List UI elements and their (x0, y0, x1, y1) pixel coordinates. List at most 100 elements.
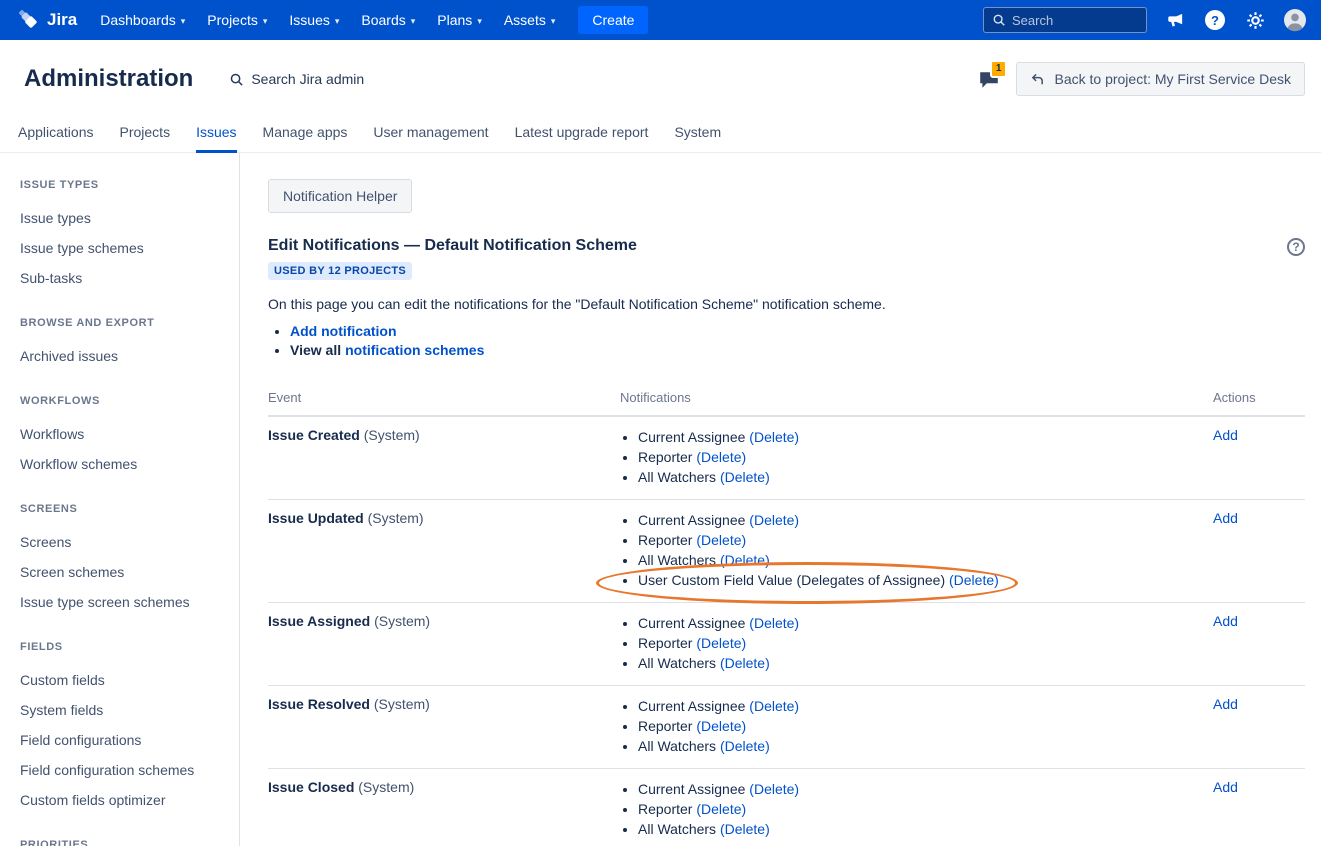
jira-logo[interactable]: Jira (14, 9, 89, 31)
notification-item: Current Assignee (Delete) (638, 427, 1213, 447)
sidebar-item-issue-types[interactable]: Issue types (20, 203, 227, 233)
notification-name: Current Assignee (638, 615, 745, 631)
delete-link[interactable]: (Delete) (692, 801, 746, 817)
delete-link[interactable]: (Delete) (745, 429, 799, 445)
admin-search-input[interactable] (251, 71, 401, 87)
notification-list: Current Assignee (Delete)Reporter (Delet… (638, 613, 1213, 673)
sidebar-section-browse-and-export: BROWSE AND EXPORT (20, 317, 227, 329)
feedback-button[interactable] (1163, 8, 1187, 32)
nav-assets[interactable]: Assets▾ (493, 0, 567, 40)
notification-name: Reporter (638, 718, 692, 734)
view-all-item: View allnotification schemes (290, 341, 1305, 360)
nav-boards[interactable]: Boards▾ (350, 0, 426, 40)
notification-schemes-link[interactable]: notification schemes (345, 342, 484, 358)
admin-tabs: Applications Projects Issues Manage apps Use… (0, 116, 1321, 153)
help-button[interactable]: ? (1203, 8, 1227, 32)
add-link[interactable]: Add (1213, 779, 1238, 795)
delete-link[interactable]: (Delete) (745, 615, 799, 631)
navbar-search-input[interactable] (1012, 13, 1138, 28)
notification-item: Reporter (Delete) (638, 633, 1213, 653)
notification-name: Reporter (638, 532, 692, 548)
sidebar-item-sub-tasks[interactable]: Sub-tasks (20, 263, 227, 293)
add-link[interactable]: Add (1213, 427, 1238, 443)
notification-item: Reporter (Delete) (638, 447, 1213, 467)
sidebar-item-field-configurations[interactable]: Field configurations (20, 725, 227, 755)
nav-item-label: Assets (504, 12, 546, 28)
event-name: Issue Created (268, 427, 360, 443)
delete-link[interactable]: (Delete) (716, 655, 770, 671)
sidebar-item-issue-type-screen-schemes[interactable]: Issue type screen schemes (20, 587, 227, 617)
add-link[interactable]: Add (1213, 696, 1238, 712)
sidebar-item-workflows[interactable]: Workflows (20, 419, 227, 449)
nav-projects[interactable]: Projects▾ (196, 0, 278, 40)
tab-projects[interactable]: Projects (120, 116, 171, 153)
create-button[interactable]: Create (578, 6, 648, 34)
add-link[interactable]: Add (1213, 613, 1238, 629)
delete-link[interactable]: (Delete) (692, 718, 746, 734)
tab-user-management[interactable]: User management (373, 116, 488, 153)
nav-dashboards[interactable]: Dashboards▾ (89, 0, 196, 40)
help-icon[interactable]: ? (1287, 238, 1305, 256)
tab-issues[interactable]: Issues (196, 116, 236, 153)
notifications-button[interactable]: 1 (978, 68, 1002, 90)
view-all-prefix: View all (290, 342, 341, 358)
notification-name: All Watchers (638, 552, 716, 568)
scheme-links: Add notification View allnotification sc… (290, 322, 1305, 360)
add-link[interactable]: Add (1213, 510, 1238, 526)
sidebar-item-workflow-schemes[interactable]: Workflow schemes (20, 449, 227, 479)
sidebar-item-custom-fields-optimizer[interactable]: Custom fields optimizer (20, 785, 227, 815)
actions-cell: Add (1213, 696, 1305, 756)
admin-layout: ISSUE TYPESIssue typesIssue type schemes… (0, 153, 1321, 846)
nav-issues[interactable]: Issues▾ (278, 0, 350, 40)
search-icon (992, 13, 1006, 27)
notification-name: Reporter (638, 449, 692, 465)
notification-item: Reporter (Delete) (638, 799, 1213, 819)
notification-name: Current Assignee (638, 781, 745, 797)
top-navbar: Jira Dashboards▾Projects▾Issues▾Boards▾P… (0, 0, 1321, 40)
notification-name: User Custom Field Value (Delegates of As… (638, 572, 945, 588)
delete-link[interactable]: (Delete) (716, 552, 770, 568)
sidebar-section-fields: FIELDS (20, 641, 227, 653)
sidebar-item-system-fields[interactable]: System fields (20, 695, 227, 725)
delete-link[interactable]: (Delete) (945, 572, 999, 588)
sidebar-item-screen-schemes[interactable]: Screen schemes (20, 557, 227, 587)
event-cell: Issue Resolved (System) (268, 696, 620, 756)
delete-link[interactable]: (Delete) (716, 821, 770, 837)
event-cell: Issue Closed (System) (268, 779, 620, 839)
delete-link[interactable]: (Delete) (692, 532, 746, 548)
delete-link[interactable]: (Delete) (692, 635, 746, 651)
sidebar-item-archived-issues[interactable]: Archived issues (20, 341, 227, 371)
back-to-project-button[interactable]: Back to project: My First Service Desk (1016, 62, 1305, 96)
delete-link[interactable]: (Delete) (745, 781, 799, 797)
sidebar-item-screens[interactable]: Screens (20, 527, 227, 557)
settings-button[interactable] (1243, 8, 1267, 32)
used-by-badge[interactable]: USED BY 12 PROJECTS (268, 262, 412, 280)
delete-link[interactable]: (Delete) (716, 469, 770, 485)
tab-latest-upgrade-report[interactable]: Latest upgrade report (515, 116, 649, 153)
admin-search[interactable] (229, 71, 401, 87)
delete-link[interactable]: (Delete) (716, 738, 770, 754)
notification-name: All Watchers (638, 821, 716, 837)
table-row: Issue Created (System)Current Assignee (… (268, 417, 1305, 500)
delete-link[interactable]: (Delete) (692, 449, 746, 465)
sidebar-section-workflows: WORKFLOWS (20, 395, 227, 407)
add-notification-link[interactable]: Add notification (290, 323, 397, 339)
notifications-cell: Current Assignee (Delete)Reporter (Delet… (620, 613, 1213, 673)
user-avatar[interactable] (1283, 8, 1307, 32)
notification-name: Reporter (638, 635, 692, 651)
delete-link[interactable]: (Delete) (745, 512, 799, 528)
sidebar-section-priorities: PRIORITIES (20, 839, 227, 846)
sidebar-item-custom-fields[interactable]: Custom fields (20, 665, 227, 695)
sidebar-item-issue-type-schemes[interactable]: Issue type schemes (20, 233, 227, 263)
tab-system[interactable]: System (674, 116, 721, 153)
nav-plans[interactable]: Plans▾ (426, 0, 493, 40)
delete-link[interactable]: (Delete) (745, 698, 799, 714)
tab-manage-apps[interactable]: Manage apps (263, 116, 348, 153)
sidebar-item-field-configuration-schemes[interactable]: Field configuration schemes (20, 755, 227, 785)
gear-icon (1246, 11, 1265, 30)
notifications-table: Event Notifications Actions Issue Create… (268, 384, 1305, 846)
navbar-search[interactable] (983, 7, 1147, 33)
tab-applications[interactable]: Applications (18, 116, 94, 153)
notification-list: Current Assignee (Delete)Reporter (Delet… (638, 779, 1213, 839)
notification-helper-button[interactable]: Notification Helper (268, 179, 412, 213)
